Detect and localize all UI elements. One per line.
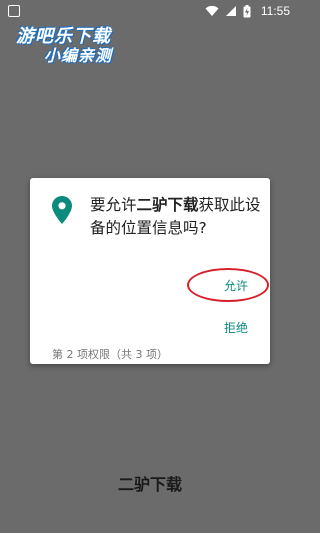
background-app-name: 二驴下载 [117, 475, 182, 494]
permission-question: 要允许二驴下载获取此设备的位置信息吗? [90, 194, 262, 240]
status-time: 11:55 [260, 4, 290, 18]
wifi-icon [205, 5, 219, 16]
question-prefix: 要允许 [90, 196, 137, 214]
question-app-name: 二驴下载 [136, 196, 199, 214]
notification-icon [8, 5, 20, 17]
deny-button[interactable]: 拒绝 [213, 316, 259, 340]
allow-button[interactable]: 允许 [213, 274, 259, 298]
permission-dialog: 要允许二驴下载获取此设备的位置信息吗? 允许 拒绝 第 2 项权限（共 3 项） [30, 178, 270, 364]
watermark-line2: 小编亲测 [44, 46, 113, 65]
signal-icon [225, 6, 236, 16]
permission-count: 第 2 项权限（共 3 项） [52, 348, 168, 361]
status-bar: 11:55 [0, 0, 300, 22]
location-pin-icon [52, 196, 72, 224]
battery-charging-icon [243, 4, 251, 17]
watermark-logo: 游吧乐下载 小编亲测 [14, 22, 146, 65]
